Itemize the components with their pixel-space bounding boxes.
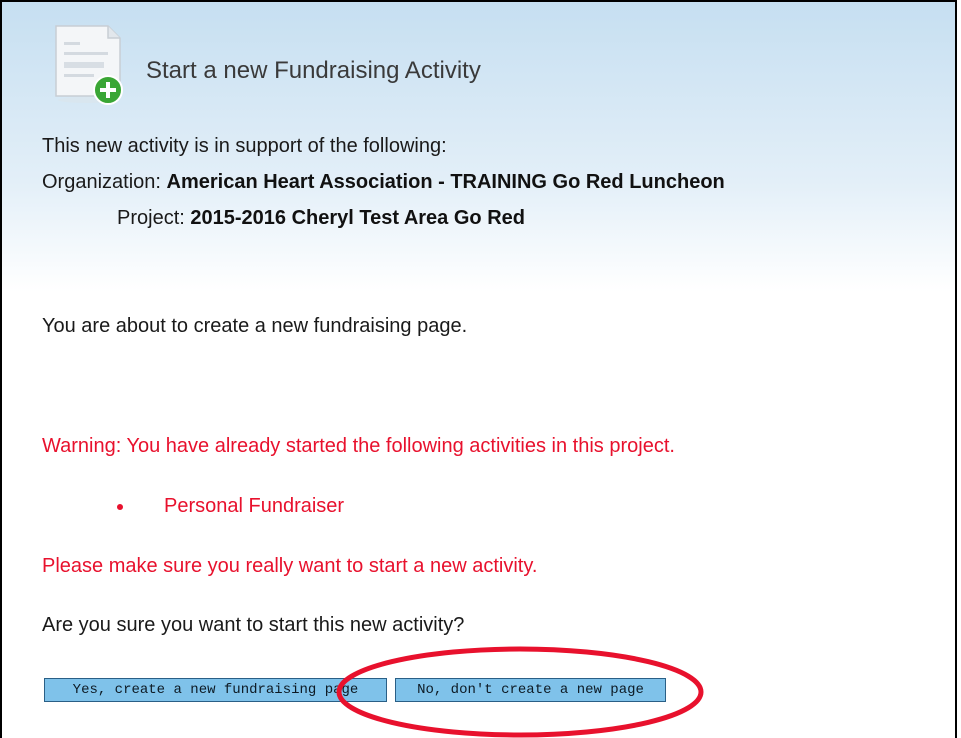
organization-row: Organization: American Heart Association… (42, 164, 725, 200)
organization-value: American Heart Association - TRAINING Go… (166, 171, 725, 193)
cancel-create-button[interactable]: No, don't create a new page (395, 678, 666, 702)
create-page-button[interactable]: Yes, create a new fundraising page (44, 678, 387, 702)
confirm-question: Are you sure you want to start this new … (42, 614, 465, 636)
confirm-warning: Please make sure you really want to star… (42, 555, 538, 577)
activity-label: Personal Fundraiser (164, 495, 345, 517)
support-info: This new activity is in support of the f… (42, 128, 725, 236)
dialog-title: Start a new Fundraising Activity (146, 57, 481, 84)
organization-label: Organization: (42, 171, 161, 193)
bullet-icon (117, 504, 123, 510)
support-intro: This new activity is in support of the f… (42, 135, 447, 157)
project-row: Project: 2015-2016 Cheryl Test Area Go R… (42, 200, 725, 236)
list-item: Personal Fundraiser (42, 495, 344, 518)
project-value: 2015-2016 Cheryl Test Area Go Red (190, 207, 525, 229)
existing-activities-list: Personal Fundraiser (42, 495, 344, 518)
warning-message: Warning: You have already started the fo… (42, 435, 675, 457)
document-add-icon (55, 25, 123, 105)
about-message: You are about to create a new fundraisin… (42, 315, 468, 337)
project-label: Project: (117, 207, 185, 229)
activity-dialog: Start a new Fundraising Activity This ne… (0, 0, 957, 738)
